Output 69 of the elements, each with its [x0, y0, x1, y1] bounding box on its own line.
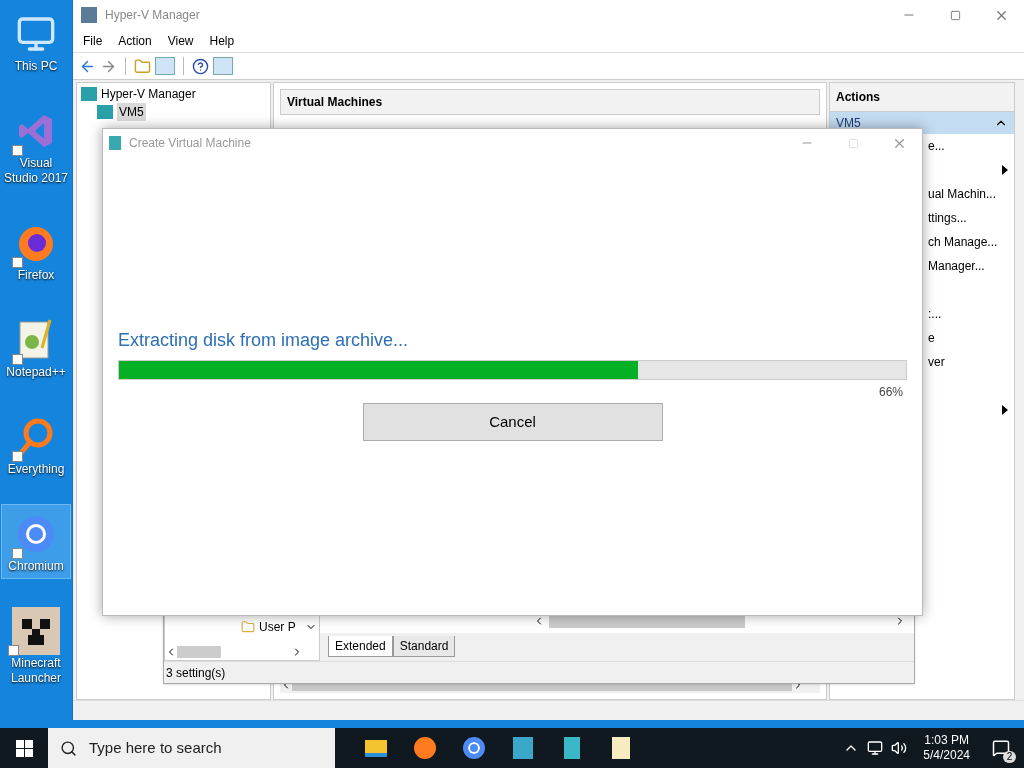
- app-icon: [12, 607, 60, 655]
- desktop-icon[interactable]: Everything: [1, 407, 71, 482]
- notification-count: 2: [1003, 751, 1016, 763]
- notification-button[interactable]: 2: [986, 733, 1016, 763]
- server-icon: [81, 87, 97, 101]
- app-icon: [109, 136, 121, 150]
- cancel-button[interactable]: Cancel: [362, 403, 663, 441]
- search-field[interactable]: Type here to search: [48, 728, 335, 768]
- pane-command-link[interactable]: e...: [928, 137, 945, 155]
- desktop-icon-label: Minecraft Launcher: [9, 656, 62, 686]
- app-icon: [512, 737, 533, 759]
- menu-item[interactable]: Action: [112, 32, 158, 50]
- search-input[interactable]: Type here to search: [89, 736, 309, 760]
- menu-item[interactable]: File: [77, 32, 109, 50]
- app-icon: [16, 514, 56, 554]
- menu-item[interactable]: Help: [203, 32, 241, 50]
- dialog-title: Create Virtual Machine: [129, 135, 251, 152]
- desktop-icon-label: Chromium: [8, 559, 64, 574]
- progress-message: Extracting disk from image archive...: [118, 329, 410, 352]
- menu-item[interactable]: View: [161, 32, 200, 50]
- clock-date: 5/4/2024: [923, 748, 970, 763]
- tab[interactable]: Standard: [392, 636, 456, 657]
- computer-icon: [16, 14, 56, 54]
- server-icon: [97, 105, 113, 119]
- clock[interactable]: 1:03 PM 5/4/2024: [915, 733, 978, 763]
- desktop-icon-label: This PC: [14, 59, 58, 74]
- folder-icon: [241, 620, 255, 634]
- desktop-icon[interactable]: Visual Studio 2017: [1, 101, 71, 191]
- pane-command-link[interactable]: ttings...: [928, 209, 967, 227]
- pane-command-link[interactable]: ch Manage...: [928, 233, 998, 251]
- folder-icon[interactable]: [134, 57, 151, 75]
- status-text: 3 setting(s): [166, 664, 226, 682]
- desktop-icon-label: Firefox: [17, 268, 55, 283]
- app-icon: [563, 737, 580, 759]
- help-icon[interactable]: [192, 57, 209, 75]
- windows-logo-icon: [15, 739, 33, 757]
- tree-item[interactable]: Hyper-V Manager: [101, 85, 196, 103]
- desktop-icon[interactable]: This PC: [1, 4, 71, 79]
- tree-item[interactable]: User P: [259, 618, 296, 636]
- tab[interactable]: Extended: [328, 636, 393, 657]
- section-header: Virtual Machines: [280, 89, 820, 115]
- desktop-icon[interactable]: Firefox: [1, 213, 71, 288]
- pane-toggle-icon[interactable]: [213, 57, 233, 75]
- actions-header: Actions: [830, 83, 1014, 112]
- app-icon: [462, 737, 485, 759]
- pane-command-link[interactable]: Manager...: [928, 257, 985, 275]
- desktop-icon[interactable]: Notepad++: [1, 310, 71, 385]
- pane-command-link[interactable]: e: [928, 329, 935, 347]
- app-icon: [81, 7, 97, 23]
- pane-command-link[interactable]: :...: [928, 305, 942, 323]
- network-icon[interactable]: [867, 740, 884, 756]
- app-icon: [611, 737, 630, 759]
- app-icon: [413, 737, 436, 759]
- pane-command-link[interactable]: ver: [928, 353, 945, 371]
- maximize-icon: [847, 137, 859, 149]
- group-label: VM5: [836, 115, 861, 132]
- desktop-icon-label: Notepad++: [6, 365, 66, 380]
- pane-toggle-icon[interactable]: [155, 57, 175, 75]
- search-icon: [60, 739, 77, 757]
- maximize-icon: [949, 9, 961, 21]
- desktop-icon[interactable]: Minecraft Launcher: [1, 601, 71, 691]
- desktop-icon-label: Visual Studio 2017: [2, 156, 70, 186]
- clock-time: 1:03 PM: [924, 733, 969, 748]
- window-title: Hyper-V Manager: [105, 7, 200, 24]
- desktop-icon-label: Everything: [7, 462, 65, 477]
- tree-item[interactable]: VM5: [117, 103, 146, 121]
- app-icon: [364, 739, 387, 757]
- pane-command-link[interactable]: ual Machin...: [928, 185, 997, 203]
- progress-percent: 66%: [878, 384, 903, 401]
